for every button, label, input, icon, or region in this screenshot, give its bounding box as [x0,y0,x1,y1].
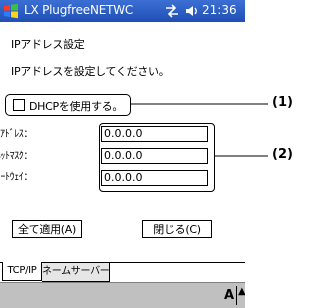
sip-divider [236,286,237,305]
speaker-icon[interactable] [185,4,199,18]
sip-toggle-arrow-icon[interactable]: ▲ [238,286,245,297]
window-title: LX PlugfreeNETWC [24,3,134,17]
input-panel-bar: A ▲ [0,282,245,308]
callout-label-2: (2) [272,147,293,162]
subnet-mask-label: ｻﾌﾞﾈｯﾄﾏｽｸ： [0,151,33,162]
dialog-heading: IPアドレス設定 [11,38,85,51]
ip-address-label: IPｱﾄﾞﾚｽ： [0,129,33,140]
dialog-instruction: IPアドレスを設定してください。 [11,65,170,78]
dhcp-checkbox[interactable] [13,99,25,111]
tab-name-server[interactable]: ネームサーバー [42,263,110,282]
default-gateway-label: 規定のｹﾞｰﾄｳｪｲ： [0,172,33,183]
tab-bar: TCP/IP ネームサーバー [0,262,245,283]
dhcp-label[interactable]: DHCPを使用する。 [29,98,123,114]
apply-all-button[interactable]: 全て適用(A) [12,220,82,238]
connectivity-icon[interactable] [165,4,179,18]
clock[interactable]: 21:36 [202,3,237,17]
windows-flag-icon[interactable] [3,3,19,19]
input-mode-indicator[interactable]: A [224,288,234,303]
tab-tcpip[interactable]: TCP/IP [2,262,42,281]
callout-label-1: (1) [272,95,293,110]
close-button[interactable]: 閉じる(C) [142,220,212,238]
address-fields-highlight [99,123,215,192]
title-bar: LX PlugfreeNETWC 21:36 [0,0,245,22]
dhcp-checkbox-row[interactable]: DHCPを使用する。 [5,94,131,116]
